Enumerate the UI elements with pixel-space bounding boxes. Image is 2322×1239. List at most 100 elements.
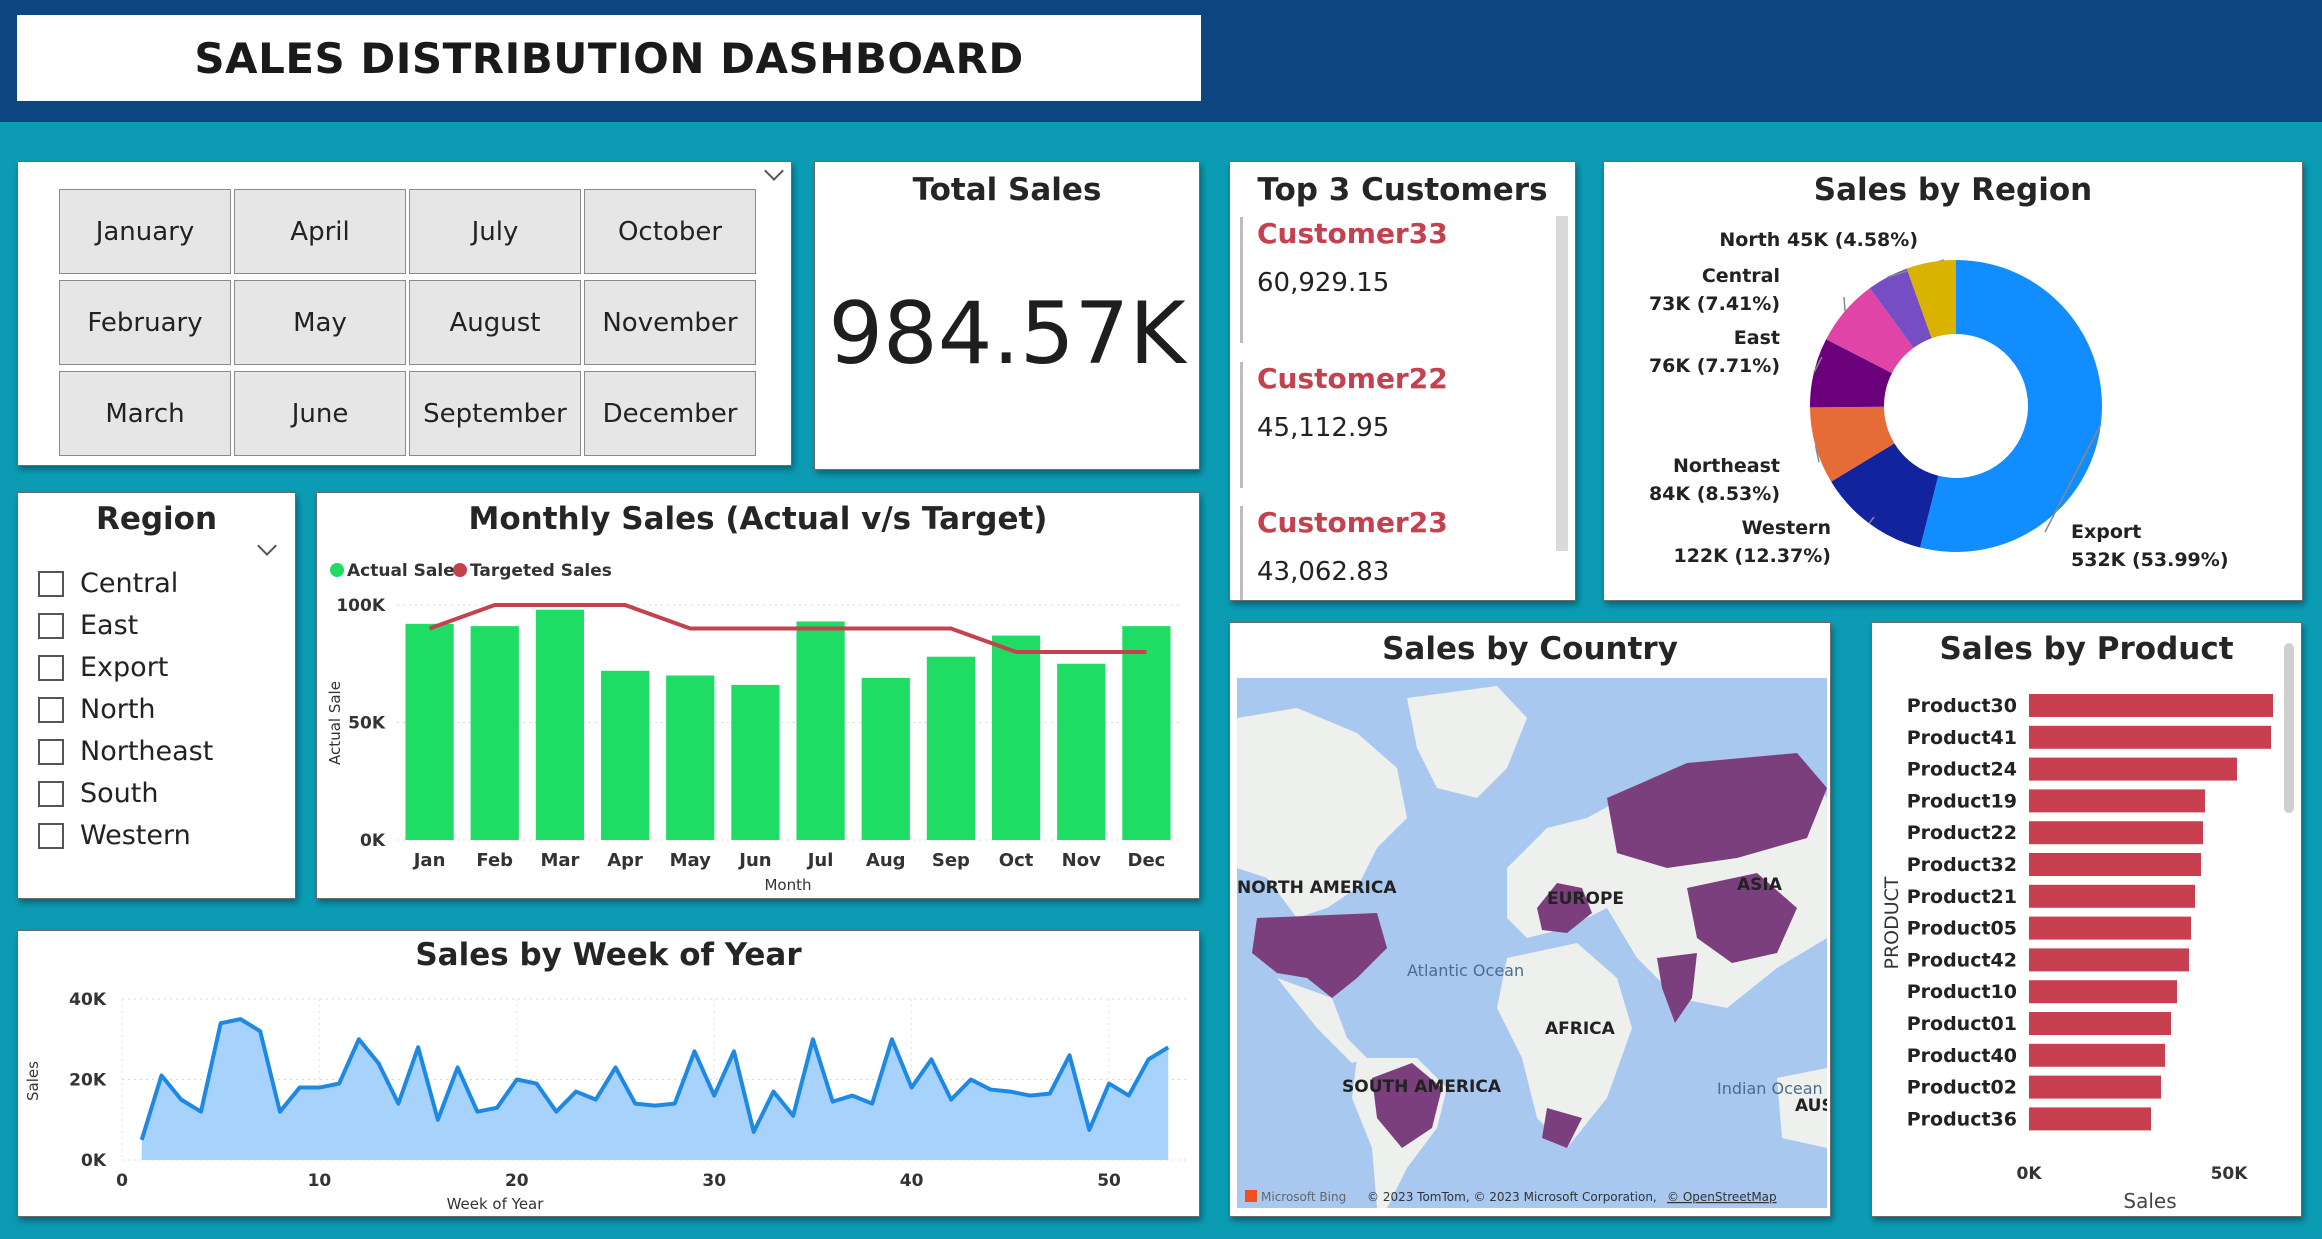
month-button-october[interactable]: October <box>584 189 756 274</box>
bar-product40[interactable] <box>2029 1043 2165 1067</box>
map-attribution: © 2023 TomTom, © 2023 Microsoft Corporat… <box>1367 1190 1657 1204</box>
chevron-down-icon[interactable] <box>764 161 784 181</box>
slice-label: Western <box>1742 517 1831 539</box>
region-item-export[interactable]: Export <box>38 652 168 683</box>
bar-product05[interactable] <box>2029 916 2191 940</box>
x-tick-label: Jul <box>806 850 834 871</box>
customer-name: Customer22 <box>1257 362 1448 395</box>
y-axis-label: PRODUCT <box>1881 876 1903 969</box>
donut-chart: Export 532K (53.99%) Western 122K (12.37%) N… <box>1649 229 2229 571</box>
y-tick-label: Product05 <box>1907 918 2017 940</box>
bar-jun[interactable] <box>731 684 780 840</box>
region-label: Western <box>80 820 191 851</box>
bar-product10[interactable] <box>2029 980 2177 1004</box>
bar-apr[interactable] <box>600 670 650 840</box>
bar-product22[interactable] <box>2029 821 2203 845</box>
x-tick-label: Jun <box>737 850 771 871</box>
region-item-north[interactable]: North <box>38 694 156 725</box>
month-button-february[interactable]: February <box>59 280 231 365</box>
bar-product24[interactable] <box>2029 757 2237 781</box>
y-tick-label: Product24 <box>1907 759 2017 781</box>
region-item-northeast[interactable]: Northeast <box>38 736 213 767</box>
weekly-sales-card: Sales by Week of Year 0K 20K 40K 0 10 20 30 40 5… <box>17 930 1200 1217</box>
y-tick-label: Product10 <box>1907 981 2017 1003</box>
bar-mar[interactable] <box>535 609 585 840</box>
y-tick-label: Product19 <box>1907 790 2017 812</box>
bar-oct[interactable] <box>991 635 1041 840</box>
scrollbar[interactable] <box>2284 643 2294 813</box>
y-tick-label: 20K <box>69 1071 107 1091</box>
checkbox[interactable] <box>38 696 64 723</box>
checkbox[interactable] <box>38 780 64 807</box>
region-title: Region <box>95 501 218 537</box>
bar-sep[interactable] <box>926 656 976 840</box>
x-tick-label: 20 <box>505 1171 529 1191</box>
customer-value: 43,062.83 <box>1257 557 1390 587</box>
month-button-april[interactable]: April <box>234 189 406 274</box>
bar-product02[interactable] <box>2029 1075 2161 1099</box>
slice-label: 84K (8.53%) <box>1649 483 1780 505</box>
month-button-december[interactable]: December <box>584 371 756 456</box>
bar-jan[interactable] <box>405 623 454 840</box>
region-slicer: Region Central East Export North Northeast So… <box>17 492 296 899</box>
bar-aug[interactable] <box>861 677 910 840</box>
bar-product19[interactable] <box>2029 789 2205 813</box>
checkbox[interactable] <box>38 612 64 639</box>
total-sales-value: 984.57K <box>828 284 1186 384</box>
openstreetmap-link[interactable]: © OpenStreetMap <box>1667 1190 1777 1204</box>
region-label: North <box>80 694 156 725</box>
bar-product21[interactable] <box>2029 884 2195 908</box>
chevron-down-icon[interactable] <box>257 536 277 556</box>
checkbox[interactable] <box>38 738 64 765</box>
bar-product36[interactable] <box>2029 1107 2151 1131</box>
bar-product30[interactable] <box>2029 694 2273 717</box>
top-customers-title: Top 3 Customers <box>1257 172 1548 208</box>
bar-nov[interactable] <box>1057 663 1106 840</box>
month-button-september[interactable]: September <box>409 371 581 456</box>
bar-dec[interactable] <box>1122 626 1171 840</box>
bar-product41[interactable] <box>2029 725 2271 749</box>
month-button-july[interactable]: July <box>409 189 581 274</box>
month-button-january[interactable]: January <box>59 189 231 274</box>
month-button-march[interactable]: March <box>59 371 231 456</box>
checkbox[interactable] <box>38 822 64 849</box>
bing-label: Microsoft Bing <box>1261 1190 1346 1204</box>
x-tick-label: 30 <box>702 1171 726 1191</box>
map-label: Atlantic Ocean <box>1407 961 1524 980</box>
slice-label: 532K (53.99%) <box>2071 549 2229 571</box>
bar-jul[interactable] <box>796 621 845 840</box>
y-tick-label: Product42 <box>1907 949 2017 971</box>
region-item-western[interactable]: Western <box>38 820 191 851</box>
region-item-south[interactable]: South <box>38 778 158 809</box>
region-item-central[interactable]: Central <box>38 568 178 599</box>
y-tick-label: 0K <box>360 831 386 851</box>
checkbox[interactable] <box>38 570 64 597</box>
world-map[interactable]: NORTH AMERICA EUROPE ASIA Atlantic Ocean… <box>1237 678 1827 1208</box>
bar-product32[interactable] <box>2029 853 2201 876</box>
y-axis-label: Actual Sale <box>326 681 344 765</box>
y-tick-label: Product36 <box>1907 1108 2017 1130</box>
x-tick-label: Aug <box>866 850 906 871</box>
month-button-august[interactable]: August <box>409 280 581 365</box>
x-axis-label: Sales <box>2123 1189 2176 1213</box>
x-tick-label: Jan <box>412 850 446 871</box>
bar-feb[interactable] <box>470 626 519 840</box>
y-tick-label: Product41 <box>1907 727 2017 749</box>
x-tick-label: Oct <box>999 850 1034 871</box>
map-label: ASIA <box>1737 875 1783 895</box>
monthly-chart: Actual Sale Targeted Sales 0K 50K 100K Actual… <box>326 561 1179 894</box>
y-tick-label: Product02 <box>1907 1077 2017 1099</box>
month-button-june[interactable]: June <box>234 371 406 456</box>
y-tick-label: Product32 <box>1907 854 2017 876</box>
region-item-east[interactable]: East <box>38 610 138 641</box>
region-label: South <box>80 778 159 809</box>
bar-product42[interactable] <box>2029 948 2189 972</box>
checkbox[interactable] <box>38 654 64 681</box>
scrollbar[interactable] <box>1556 216 1568 551</box>
bar-may[interactable] <box>666 675 715 841</box>
x-tick-label: Dec <box>1128 850 1166 871</box>
x-axis-label: Month <box>764 876 811 894</box>
bar-product01[interactable] <box>2029 1012 2171 1035</box>
month-button-november[interactable]: November <box>584 280 756 365</box>
month-button-may[interactable]: May <box>234 280 406 365</box>
